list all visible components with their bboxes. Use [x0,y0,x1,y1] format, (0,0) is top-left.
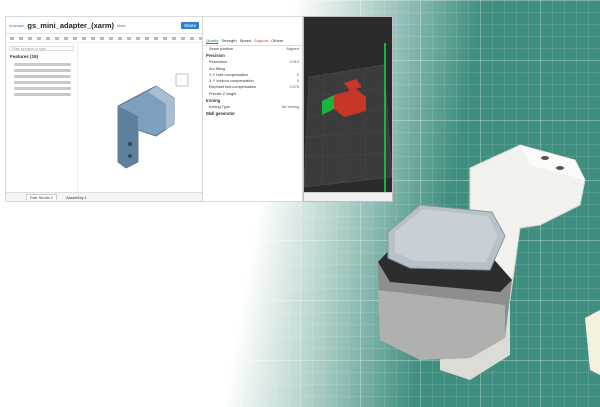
setting-value[interactable]: 0.075 [289,84,299,90]
tab-others[interactable]: Others [271,38,283,44]
cad-model-view[interactable] [78,44,202,194]
setting-value[interactable]: Aligned [286,46,299,52]
tab-assembly[interactable]: Assembly 1 [63,195,90,200]
tab-speed[interactable]: Speed [240,38,252,44]
viewport-status-bar [304,192,392,201]
onshape-logo[interactable]: onshape [9,23,24,28]
settings-tabs: Quality Strength Speed Support Others [203,37,302,46]
feature-item[interactable] [14,75,71,78]
document-title[interactable]: gs_mini_adapter_(xarm) [27,21,114,30]
feature-item[interactable] [14,81,71,84]
tab-support[interactable]: Support [254,38,268,44]
section-ironing[interactable]: Ironing [203,97,302,104]
section-wall-generator[interactable]: Wall generator [203,110,302,117]
feature-item[interactable] [14,93,71,96]
onshape-tab-bar: Part Studio 1 Assembly 1 [6,192,202,201]
setting-value[interactable]: 0.012 [289,59,299,65]
build-plate-view [304,64,392,188]
slicer-viewport[interactable] [303,16,393,202]
layer-slider[interactable] [384,43,386,193]
tab-part-studio[interactable]: Part Studio 1 [26,194,58,200]
feature-item[interactable] [14,63,71,66]
tab-strength[interactable]: Strength [221,38,236,44]
view-cube-icon[interactable] [175,73,189,87]
onshape-toolbar[interactable] [6,34,202,43]
slicer-settings-panel: Quality Strength Speed Support Others Se… [203,16,303,202]
feature-panel: Filter by name or type Features (19) [6,44,78,192]
section-precision[interactable]: Precision [203,52,302,59]
setting-label: Precise Z height [209,91,237,96]
setting-label: Seam position [209,47,234,51]
onshape-window: onshape gs_mini_adapter_(xarm) Main Shar… [5,16,203,202]
setting-label: Ironing Type [209,105,230,110]
feature-tree-title[interactable]: Features (19) [6,53,77,60]
feature-item[interactable] [14,87,71,90]
branch-label[interactable]: Main [117,23,126,28]
onshape-header: onshape gs_mini_adapter_(xarm) Main Shar… [6,17,202,34]
setting-value[interactable]: No ironing [282,104,299,110]
tab-quality[interactable]: Quality [206,38,219,44]
feature-filter-input[interactable]: Filter by name or type [9,46,74,51]
share-button[interactable]: Share [180,21,199,29]
feature-item[interactable] [14,69,71,72]
